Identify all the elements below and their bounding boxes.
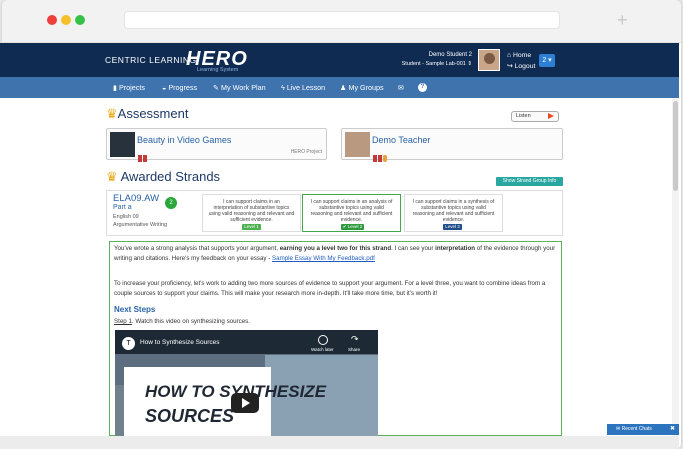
feedback-emphasis: earning you a level two for this strand bbox=[279, 245, 392, 252]
clock-icon[interactable] bbox=[318, 335, 328, 345]
show-strand-group-info-button[interactable]: Show Strand Group Info bbox=[496, 177, 563, 186]
video-title[interactable]: How to Synthesize Sources bbox=[140, 339, 219, 346]
logout-link-label: Logout bbox=[514, 63, 536, 70]
lightning-icon: ϟ bbox=[281, 83, 285, 92]
feedback-pdf-link[interactable]: Sample Essay With My Feedback.pdf bbox=[272, 255, 375, 262]
feedback-paragraph-1: You've wrote a strong analysis that supp… bbox=[114, 244, 559, 264]
nav-groups[interactable]: ♟ My Groups bbox=[340, 83, 384, 92]
top-header bbox=[0, 43, 679, 77]
books-icon bbox=[138, 149, 148, 167]
teacher-card[interactable]: Demo Teacher bbox=[341, 128, 563, 162]
home-link[interactable]: ⌂ Home bbox=[507, 52, 531, 59]
home-link-label: Home bbox=[513, 52, 532, 59]
step-1-label: Step 1 bbox=[114, 318, 132, 325]
project-tag: HERO Project bbox=[290, 149, 322, 155]
help-icon[interactable]: ? bbox=[418, 83, 427, 92]
mail-icon[interactable]: ✉ bbox=[398, 83, 404, 92]
teacher-avatar bbox=[345, 132, 370, 157]
scrollbar-thumb[interactable] bbox=[673, 101, 678, 191]
awarded-level-badge: 2 bbox=[165, 197, 177, 209]
listen-label: Listen bbox=[516, 113, 531, 119]
nav-groups-label: My Groups bbox=[348, 83, 384, 92]
user-menu-value: 2 bbox=[542, 57, 547, 64]
share-button[interactable]: Share bbox=[348, 347, 360, 352]
maximize-window-button[interactable] bbox=[75, 15, 85, 25]
step-1-text: Step 1. Watch this video on synthesizing… bbox=[114, 318, 250, 325]
feedback-emphasis: interpretation bbox=[435, 245, 476, 252]
home-icon: ⌂ bbox=[507, 52, 512, 59]
wrench-icon: ✎ bbox=[213, 83, 220, 92]
teacher-books-icon bbox=[373, 149, 388, 167]
recent-chats-label: Recent Chats bbox=[621, 426, 652, 432]
trophy-icon: ♛ bbox=[106, 106, 118, 121]
strand-code[interactable]: ELA09.AW bbox=[113, 193, 159, 204]
level-3-badge: Level 3 bbox=[443, 224, 462, 230]
chat-icon: ✉ bbox=[616, 426, 621, 432]
nav-workplan[interactable]: ✎ My Work Plan bbox=[213, 83, 266, 92]
nav-projects[interactable]: ▮ Projects bbox=[113, 83, 145, 92]
play-button[interactable] bbox=[231, 393, 259, 413]
user-menu-button[interactable]: 2 ▾ bbox=[539, 54, 555, 67]
book-icon: ▮ bbox=[113, 83, 117, 92]
strand-category: Argumentative Writing bbox=[113, 222, 168, 228]
nav-projects-label: Projects bbox=[118, 83, 145, 92]
users-icon: ♟ bbox=[340, 83, 347, 92]
section-selector[interactable]: Student - Sample Lab-001 ⇕ bbox=[385, 61, 472, 67]
feedback-text: . I can see your bbox=[391, 245, 436, 252]
feedback-paragraph-2: To increase your proficiency, let's work… bbox=[114, 280, 546, 297]
feedback-text: You've wrote a strong analysis that supp… bbox=[114, 245, 280, 252]
assessment-title: Assessment bbox=[117, 106, 189, 121]
show-strand-group-info-label: Show Strand Group Info bbox=[502, 178, 557, 184]
brand-name: CENTRIC LEARNING bbox=[105, 55, 197, 65]
user-avatar[interactable] bbox=[478, 49, 500, 71]
teacher-name[interactable]: Demo Teacher bbox=[372, 135, 430, 145]
window-footer bbox=[0, 436, 679, 449]
share-icon[interactable]: ↷ bbox=[351, 334, 359, 345]
hero-logo-subtitle: Learning System bbox=[197, 67, 239, 73]
user-name: Demo Student 2 bbox=[428, 52, 472, 58]
nav-live-lesson[interactable]: ϟ Live Lesson bbox=[281, 83, 325, 92]
level-1-badge: Level 1 bbox=[242, 224, 261, 230]
gauge-icon: ◒ bbox=[162, 83, 167, 92]
strand-course: English 09 bbox=[113, 214, 139, 220]
channel-logo[interactable]: T bbox=[122, 337, 135, 350]
nav-progress[interactable]: ◒ Progress bbox=[162, 83, 197, 92]
recent-chats-button[interactable]: ✉ Recent Chats ✖ bbox=[607, 424, 679, 435]
nav-live-label: Live Lesson bbox=[286, 83, 326, 92]
new-tab-icon[interactable]: + bbox=[617, 11, 628, 29]
logout-icon: ↪ bbox=[507, 63, 513, 70]
close-chat-icon[interactable]: ✖ bbox=[670, 424, 675, 435]
browser-chrome: + bbox=[2, 0, 681, 43]
awarded-strands-title: Awarded Strands bbox=[120, 169, 221, 184]
project-thumbnail bbox=[110, 132, 135, 157]
nav-workplan-label: My Work Plan bbox=[221, 83, 266, 92]
next-steps-heading: Next Steps bbox=[114, 305, 156, 314]
level-2-badge: ✔ Level 2 bbox=[341, 224, 364, 230]
address-bar[interactable] bbox=[124, 11, 560, 29]
minimize-window-button[interactable] bbox=[61, 15, 71, 25]
play-icon bbox=[548, 113, 554, 119]
awarded-strands-heading: ♛ Awarded Strands bbox=[106, 169, 220, 185]
project-card[interactable]: Beauty in Video Games HERO Project bbox=[106, 128, 327, 162]
trophy-icon: ♛ bbox=[106, 169, 118, 184]
close-window-button[interactable] bbox=[47, 15, 57, 25]
nav-progress-label: Progress bbox=[168, 83, 198, 92]
watch-later-button[interactable]: Watch later bbox=[311, 347, 334, 352]
video-thumbnail-subtitle: SOURCES bbox=[145, 406, 235, 426]
assessment-heading: ♛Assessment bbox=[106, 106, 188, 122]
teacher-feedback-panel: You've wrote a strong analysis that supp… bbox=[109, 241, 562, 436]
video-player[interactable]: T How to Synthesize Sources Watch later … bbox=[115, 330, 378, 436]
strand-part: Part a bbox=[113, 204, 132, 211]
logout-link[interactable]: ↪ Logout bbox=[507, 62, 535, 70]
listen-button[interactable]: Listen bbox=[511, 111, 559, 122]
project-title[interactable]: Beauty in Video Games bbox=[137, 135, 231, 145]
step-1-instruction: . Watch this video on synthesizing sourc… bbox=[131, 318, 250, 325]
